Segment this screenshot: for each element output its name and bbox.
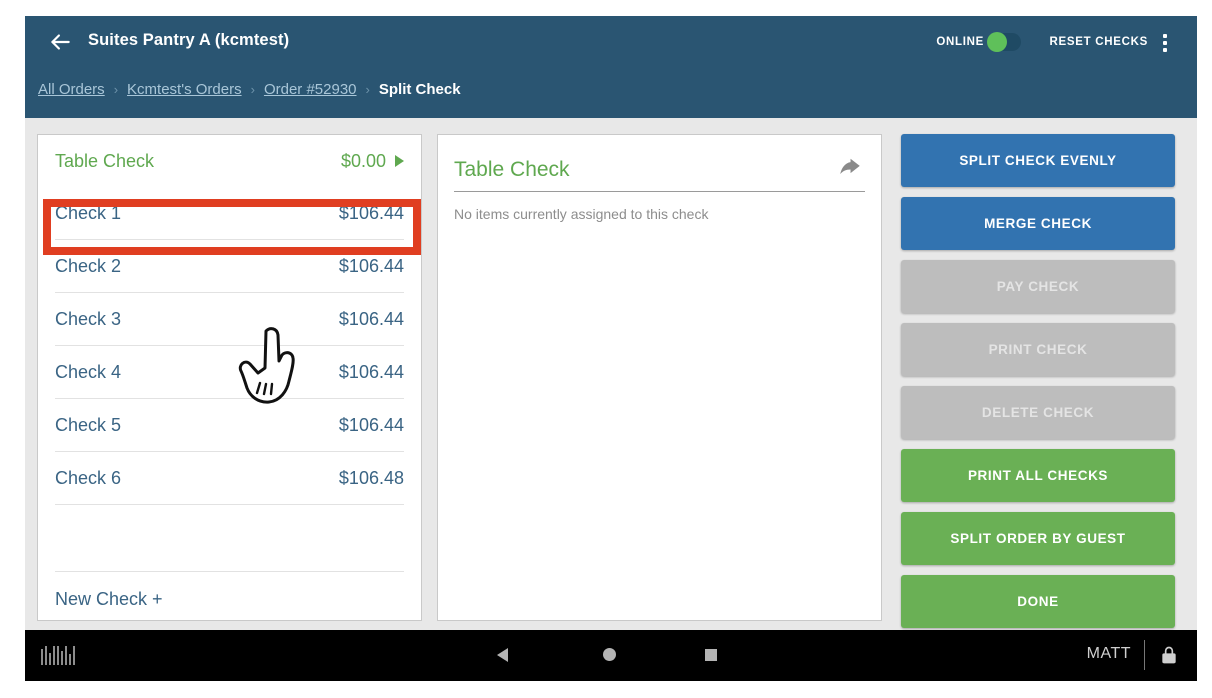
check-amount: $106.48 [338,467,404,488]
check-amount-wrap: $0.00 [341,151,404,172]
page-title: Suites Pantry A (kcmtest) [88,31,290,49]
check-detail-title: Table Check [454,158,570,181]
online-status-label: ONLINE [936,36,984,48]
breadcrumb-separator: › [365,82,370,97]
breadcrumb-bar: All Orders › Kcmtest's Orders › Order #5… [25,68,1197,118]
check-row-table-check[interactable]: Table Check $0.00 [55,135,404,187]
check-amount: $0.00 [340,150,386,171]
check-name: Check 1 [55,202,122,223]
breadcrumb-item-split-check: Split Check [378,81,461,98]
kebab-dot [1163,41,1167,45]
check-detail-empty-message: No items currently assigned to this chec… [454,206,709,222]
check-row-4[interactable]: Check 4 $106.44 [55,346,404,399]
delete-check-button: DELETE CHECK [901,386,1175,439]
main-content: Table Check $0.00 Check 1 $106.44 Check … [25,118,1197,630]
back-arrow-icon[interactable] [47,29,73,55]
check-row-3[interactable]: Check 3 $106.44 [55,293,404,346]
check-amount: $106.44 [338,414,404,435]
app-window: Suites Pantry A (kcmtest) ONLINE RESET C… [25,16,1197,681]
check-name: Check 3 [55,308,122,329]
check-detail-header: Table Check [454,149,865,192]
print-all-checks-button[interactable]: PRINT ALL CHECKS [901,449,1175,502]
merge-check-button[interactable]: MERGE CHECK [901,197,1175,250]
current-user-label: MATT [1086,645,1131,662]
screen-root: Suites Pantry A (kcmtest) ONLINE RESET C… [0,0,1212,698]
check-name: Table Check [55,150,155,171]
check-row-5[interactable]: Check 5 $106.44 [55,399,404,452]
check-list-panel: Table Check $0.00 Check 1 $106.44 Check … [37,134,422,621]
breadcrumb-item-kcmtests-orders[interactable]: Kcmtest's Orders [127,81,242,98]
check-detail-panel: Table Check No items currently assigned … [437,134,882,621]
check-name: Check 6 [55,467,122,488]
lock-icon[interactable] [1159,644,1179,666]
breadcrumb-item-all-orders[interactable]: All Orders [38,81,105,98]
breadcrumb-item-order[interactable]: Order #52930 [264,81,357,98]
nav-home-circle-icon[interactable] [603,648,616,661]
print-check-button: PRINT CHECK [901,323,1175,376]
nav-back-triangle-icon[interactable] [497,648,508,662]
chevron-right-icon [395,155,404,167]
online-toggle[interactable] [987,32,1021,52]
app-header-bar: Suites Pantry A (kcmtest) ONLINE RESET C… [25,16,1197,68]
kebab-menu-icon[interactable] [1155,31,1175,55]
online-toggle-knob [987,32,1007,52]
check-name: Check 2 [55,255,122,276]
new-check-button[interactable]: New Check + [55,572,404,626]
barcode-icon [41,646,75,665]
check-row-6[interactable]: Check 6 $106.48 [55,452,404,505]
check-amount: $106.44 [338,308,404,329]
action-button-column: SPLIT CHECK EVENLY MERGE CHECK PAY CHECK… [901,134,1185,628]
check-amount: $106.44 [338,255,404,276]
kebab-dot [1163,34,1167,38]
breadcrumb-separator: › [250,82,255,97]
check-amount: $106.44 [338,361,404,382]
kebab-dot [1163,48,1167,52]
check-row-1[interactable]: Check 1 $106.44 [55,187,404,240]
pay-check-button: PAY CHECK [901,260,1175,313]
android-nav-bar: MATT [25,630,1197,681]
share-arrow-icon[interactable] [837,154,863,180]
split-order-by-guest-button[interactable]: SPLIT ORDER BY GUEST [901,512,1175,565]
nav-recents-square-icon[interactable] [705,649,717,661]
check-name: Check 5 [55,414,122,435]
reset-checks-button[interactable]: RESET CHECKS [1050,36,1149,48]
breadcrumb-separator: › [113,82,119,97]
check-row-2[interactable]: Check 2 $106.44 [55,240,404,293]
split-check-evenly-button[interactable]: SPLIT CHECK EVENLY [901,134,1175,187]
nav-divider [1144,640,1145,670]
done-button[interactable]: DONE [901,575,1175,628]
check-list-empty-space [55,505,404,572]
breadcrumb: All Orders › Kcmtest's Orders › Order #5… [38,81,461,98]
check-amount: $106.44 [338,202,404,223]
check-name: Check 4 [55,361,122,382]
